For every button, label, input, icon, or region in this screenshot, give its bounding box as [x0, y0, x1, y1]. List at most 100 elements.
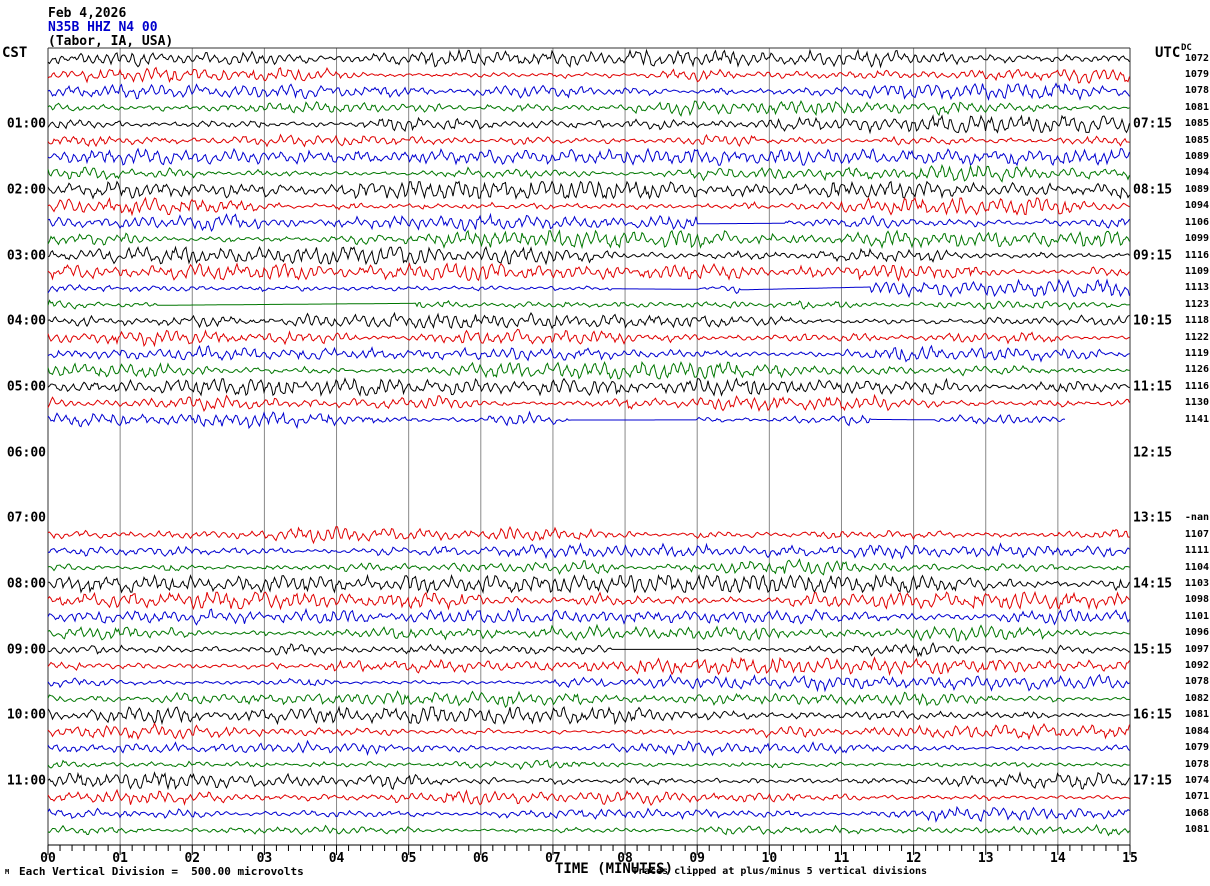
seismogram-trace-row-4: [47, 114, 1130, 135]
left-time-label: 04:00: [6, 313, 46, 329]
seismogram-trace-row-38: [47, 673, 1130, 693]
dc-offset-value: 1084: [1184, 725, 1209, 737]
x-tick-label: 01: [112, 851, 128, 866]
dc-offset-value: 1072: [1184, 52, 1209, 64]
dc-offset-value: 1078: [1184, 758, 1209, 770]
seismogram-trace-row-40: [47, 705, 1130, 726]
header-station-id: N35B HHZ N4 00: [48, 20, 158, 35]
dc-offset-value: 1109: [1184, 265, 1209, 277]
right-time-label: 12:15: [1133, 445, 1173, 461]
dc-offset-value: 1081: [1184, 101, 1209, 113]
right-time-label: 16:15: [1133, 707, 1173, 723]
seismogram-trace-row-19: [47, 360, 1130, 380]
seismogram-trace-row-2: [47, 82, 1130, 101]
dc-offset-value: 1126: [1184, 364, 1209, 376]
seismogram-trace-row-16: [47, 311, 1130, 330]
dc-offset-value: 1099: [1184, 233, 1209, 245]
seismogram-trace-row-30: [47, 542, 1130, 560]
dc-offset-value: 1092: [1184, 660, 1209, 672]
seismogram-trace-row-29: [47, 525, 1130, 545]
dc-offset-value: -nan: [1184, 512, 1209, 524]
dc-offset-value: 1096: [1184, 627, 1209, 639]
dc-offset-value: 1089: [1184, 183, 1209, 195]
seismogram-trace-row-3: [47, 99, 1130, 117]
seismogram-trace-row-0: [47, 48, 1130, 69]
seismogram-trace-row-1: [47, 66, 1130, 85]
x-tick-label: 00: [40, 851, 56, 866]
seismogram-trace-row-7: [47, 163, 1130, 183]
x-tick-label: 04: [328, 851, 345, 866]
seismogram-trace-row-46: [47, 805, 1130, 823]
dc-offset-value: 1107: [1184, 528, 1209, 540]
seismogram-trace-row-37: [47, 656, 1130, 677]
seismogram-trace-row-33: [47, 590, 1130, 611]
dc-offset-value: 1130: [1184, 397, 1209, 409]
seismogram-trace-row-42: [47, 739, 1130, 757]
helicorder-page: Feb 4,2026 N35B HHZ N4 00 (Tabor, IA, US…: [0, 0, 1210, 886]
seismogram-trace-row-6: [47, 147, 1130, 167]
dc-offset-value: 1089: [1184, 151, 1209, 163]
left-time-label: 01:00: [6, 116, 46, 132]
seismogram-trace-row-5: [47, 133, 1130, 148]
dc-offset-value: 1078: [1184, 676, 1209, 688]
seismogram-trace-row-8: [47, 180, 1130, 200]
left-time-label: 10:00: [6, 707, 46, 723]
dc-offset-value: 1085: [1184, 118, 1209, 130]
x-tick-label: 03: [256, 851, 273, 866]
dc-offset-value: 1116: [1184, 249, 1209, 261]
dc-offset-value: 1123: [1184, 298, 1209, 310]
dc-offset-value: 1119: [1184, 348, 1209, 360]
header-location: (Tabor, IA, USA): [48, 34, 174, 49]
left-time-label: 11:00: [6, 773, 46, 789]
right-time-label: 13:15: [1133, 510, 1173, 526]
dc-offset-value: 1118: [1184, 315, 1209, 327]
x-tick-label: 15: [1122, 851, 1138, 866]
seismogram-trace-row-34: [47, 607, 1130, 626]
seismogram-trace-row-47: [47, 823, 1130, 837]
seismogram-trace-row-18: [47, 344, 1130, 363]
dc-offset-value: 1068: [1184, 807, 1209, 819]
dc-offset-value: 1097: [1184, 643, 1209, 655]
x-tick-label: 09: [689, 851, 706, 866]
x-tick-label: 05: [400, 851, 417, 866]
dc-offset-value: 1074: [1184, 774, 1209, 786]
seismogram-trace-row-21: [47, 393, 1130, 412]
dc-offset-value: 1101: [1184, 610, 1209, 622]
left-time-label: 02:00: [6, 182, 46, 198]
right-time-label: 10:15: [1133, 313, 1173, 329]
helicorder-canvas: [47, 47, 1131, 855]
dc-offset-value: 1103: [1184, 577, 1209, 589]
dc-offset-value: 1106: [1184, 216, 1209, 228]
left-time-label: 05:00: [6, 379, 46, 395]
left-timezone-label: CST: [2, 45, 28, 61]
right-time-label: 11:15: [1133, 379, 1173, 395]
x-tick-label: 12: [905, 851, 922, 866]
seismogram-trace-row-9: [47, 196, 1130, 217]
seismogram-trace-row-10: [47, 212, 1130, 233]
dc-offset-value: 1079: [1184, 742, 1209, 754]
vertical-scale-note: Each Vertical Division = 500.00 microvol…: [19, 865, 304, 878]
seismogram-trace-row-12: [47, 245, 1130, 266]
dc-offset-value: 1081: [1184, 824, 1209, 836]
seismogram-trace-row-32: [47, 573, 1130, 595]
left-time-label: 07:00: [6, 510, 46, 526]
right-time-label: 15:15: [1133, 642, 1173, 658]
dc-offset-value: 1111: [1184, 545, 1209, 557]
right-time-label: 08:15: [1133, 182, 1173, 198]
x-tick-label: 13: [977, 851, 994, 866]
seismogram-trace-row-22: [47, 410, 1066, 430]
dc-offset-value: 1078: [1184, 85, 1209, 97]
x-tick-label: 06: [472, 851, 489, 866]
left-time-label: 08:00: [6, 576, 46, 592]
dc-offset-value: 1104: [1184, 561, 1209, 573]
seismogram-trace-row-11: [47, 229, 1130, 250]
seismogram-trace-row-39: [47, 690, 1130, 709]
seismogram-trace-row-20: [47, 377, 1130, 397]
dc-offset-value: 1079: [1184, 68, 1209, 80]
x-tick-label: 10: [761, 851, 778, 866]
left-time-label: 03:00: [6, 248, 46, 264]
left-time-label: 06:00: [6, 445, 46, 461]
right-time-label: 14:15: [1133, 576, 1173, 592]
right-time-label: 17:15: [1133, 773, 1173, 789]
header-date: Feb 4,2026: [48, 6, 127, 21]
